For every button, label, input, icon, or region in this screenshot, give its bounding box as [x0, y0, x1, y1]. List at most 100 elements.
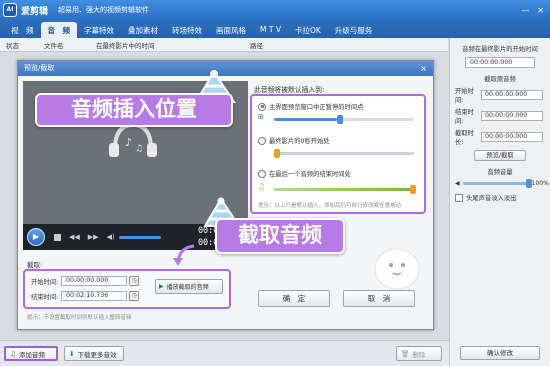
play-cut-audio-label: 播放截取的音频 — [166, 284, 209, 291]
volume-icon: ◀ — [455, 180, 460, 187]
tab-video[interactable]: 视 频 — [4, 22, 41, 38]
option-movie-start-label: 最终影片的0秒开始处 — [269, 138, 330, 145]
fade-label: 头尾声音淡入淡出 — [466, 195, 517, 202]
dialog-cut-start-label: 开始时间: — [31, 278, 59, 286]
option-last-audio-end[interactable]: 在最后一个音频的结束时间处 — [258, 169, 351, 178]
volume-slider[interactable] — [462, 179, 532, 188]
column-status[interactable]: 状态 — [0, 40, 36, 50]
last-audio-fill — [274, 188, 414, 191]
cut-end-label: 结束时间: — [455, 109, 474, 125]
cut-end-row: 结束时间: 00:00:00.000 — [455, 107, 550, 125]
dialog-cut-end-input[interactable]: 00:02:10.736 — [61, 291, 127, 301]
confirm-modify-button[interactable]: 确认修改 — [460, 346, 540, 360]
last-audio-track[interactable] — [274, 185, 416, 194]
delete-label: 删除 — [412, 350, 426, 359]
option-pause-point-label: 主界面预览窗口中正暂停的时间点 — [269, 104, 364, 111]
last-audio-knob[interactable] — [409, 185, 416, 194]
pick-end-time-icon[interactable]: ◷ — [129, 291, 139, 301]
main-tab-bar: 视 频 音 频 字幕特效 叠加素材 转场特效 画面风格 M T V 卡拉OK 升… — [0, 20, 550, 38]
tab-transition[interactable]: 转场特效 — [165, 22, 209, 38]
add-audio-button[interactable]: ♫ 添加音频 — [4, 346, 58, 361]
tab-picture-style[interactable]: 画面风格 — [209, 22, 253, 38]
dialog-cut-start-row: 开始时间: 00:00:00.000 ◷ — [31, 276, 139, 286]
tab-audio[interactable]: 音 频 — [40, 22, 77, 38]
option-movie-start[interactable]: 最终影片的0秒开始处 — [258, 136, 330, 145]
mascot-illustration — [374, 248, 420, 290]
tab-overlay[interactable]: 叠加素材 — [121, 22, 165, 38]
download-more-label: 下载更多音效 — [77, 350, 117, 359]
cut-start-input[interactable]: 00:00:00.000 — [481, 90, 543, 100]
step-forward-icon[interactable]: ▶▶ — [88, 233, 99, 241]
dialog-cut-start-input[interactable]: 00:00:00.000 — [61, 276, 127, 286]
cut-start-row: 开始时间: 00:00:00.000 — [455, 86, 550, 104]
cut-end-input[interactable]: 00:00:00.000 — [481, 111, 543, 121]
callout-insert-position: 音频插入位置 — [35, 93, 233, 127]
movie-start-track[interactable] — [274, 149, 414, 158]
option-pause-point[interactable]: 主界面预览窗口中正暂停的时间点 — [258, 102, 363, 111]
music-note-icon: ♫ — [10, 349, 16, 358]
cut-duration-input[interactable]: 00:00:00.000 — [481, 132, 543, 142]
callout-cut-audio: 截取音频 — [215, 218, 345, 254]
column-filename[interactable]: 文件名 — [36, 40, 90, 50]
minimize-button[interactable]: — — [521, 6, 529, 15]
volume-value: 100% — [531, 180, 549, 187]
cut-tip: 提示：不设置截取时间则默认插入整段音频 — [27, 315, 132, 321]
preview-cut-button[interactable]: 预览/截取 — [474, 150, 526, 161]
player-volume-slider[interactable] — [118, 235, 161, 239]
movie-start-knob[interactable] — [274, 149, 280, 158]
tab-mtv[interactable]: M T V — [253, 22, 288, 38]
cut-panel: 开始时间: 00:00:00.000 ◷ 结束时间: 00:02:10.736 … — [23, 269, 231, 309]
trash-icon: 🗑 — [401, 349, 410, 358]
pause-point-knob[interactable] — [337, 115, 343, 124]
svg-text:♫: ♫ — [135, 144, 143, 154]
column-time-in-movie[interactable]: 在最终影片中的时间 — [90, 40, 210, 50]
pause-point-fill — [274, 118, 337, 121]
pause-point-track[interactable] — [274, 115, 414, 124]
dialog-title: 预览/截取 — [24, 64, 55, 72]
dialog-close-button[interactable]: × — [420, 61, 427, 76]
play-cut-audio-button[interactable]: ▶ 播放截取的音频 — [155, 279, 223, 294]
radio-pause-point[interactable] — [258, 102, 266, 111]
ok-button[interactable]: 确 定 — [258, 290, 330, 307]
step-back-icon[interactable]: ◀◀ — [69, 233, 80, 241]
cut-section-title: 截取原音频 — [484, 76, 516, 83]
speaker-icon[interactable]: ◀) — [107, 233, 115, 241]
fade-checkbox[interactable] — [455, 193, 463, 202]
stop-button[interactable] — [54, 233, 61, 241]
fade-row: 头尾声音淡入淡出 — [455, 193, 550, 202]
play-icon: ▶ — [159, 283, 164, 290]
option-last-audio-end-label: 在最后一个音频的结束时间处 — [269, 171, 351, 178]
audio-settings-panel: 音频在最终影片的开始时间 00:00:00.000 截取原音频 开始时间: 00… — [449, 38, 550, 366]
insert-title: 此音频将被默认插入到: — [254, 86, 325, 94]
dialog-cut-end-row: 结束时间: 00:02:10.736 ◷ — [31, 291, 139, 301]
insert-tip: 提示：以上只是默认插入，添加后仍可自行修改或任意拖动 — [258, 203, 402, 209]
close-window-button[interactable]: ✕ — [537, 6, 544, 15]
volume-row: ◀ 100% — [455, 179, 550, 188]
app-logo-icon: AI — [3, 3, 17, 17]
column-path[interactable]: 路径 — [210, 40, 263, 50]
radio-movie-start[interactable] — [258, 136, 266, 145]
cut-duration-row: 截取时长: 00:00:00.000 — [455, 128, 550, 146]
pick-start-time-icon[interactable]: ◷ — [129, 276, 139, 286]
tab-subtitle-effects[interactable]: 字幕特效 — [77, 22, 121, 38]
music-note-small-icon: ♫ — [258, 182, 266, 191]
play-button[interactable]: ▶ — [27, 228, 45, 246]
volume-slider-knob[interactable] — [525, 179, 532, 188]
cut-start-label: 开始时间: — [455, 88, 474, 104]
radio-last-audio-end[interactable] — [258, 169, 266, 178]
bottom-toolbar: ♫ 添加音频 ⬇ 下载更多音效 🗑 删除 — [0, 340, 449, 366]
tab-upgrade[interactable]: 升级与服务 — [328, 22, 380, 38]
tab-karaoke[interactable]: 卡拉OK — [288, 22, 328, 38]
insert-options-panel: 主界面预览窗口中正暂停的时间点 ⊞ 最终影片的0秒开始处 在最后一个音频的结束时… — [250, 94, 426, 214]
title-bar: AI 爱剪辑 超易用、强大的视频剪辑软件 — ✕ — [0, 0, 550, 20]
volume-title: 音频音量 — [487, 169, 513, 176]
start-time-title: 音频在最终影片的开始时间 — [462, 46, 538, 53]
movie-start-time-input[interactable]: 00:00:00.000 — [465, 57, 535, 68]
download-icon: ⬇ — [69, 349, 75, 358]
delete-button[interactable]: 🗑 删除 — [396, 346, 442, 361]
arrow-icon — [173, 244, 195, 266]
download-more-sfx-button[interactable]: ⬇ 下载更多音效 — [64, 346, 124, 361]
audio-list-header: 状态 文件名 在最终影片中的时间 路径 — [0, 38, 448, 52]
dialog-cut-end-label: 结束时间: — [31, 293, 59, 301]
cut-label: 截取: — [27, 261, 43, 269]
